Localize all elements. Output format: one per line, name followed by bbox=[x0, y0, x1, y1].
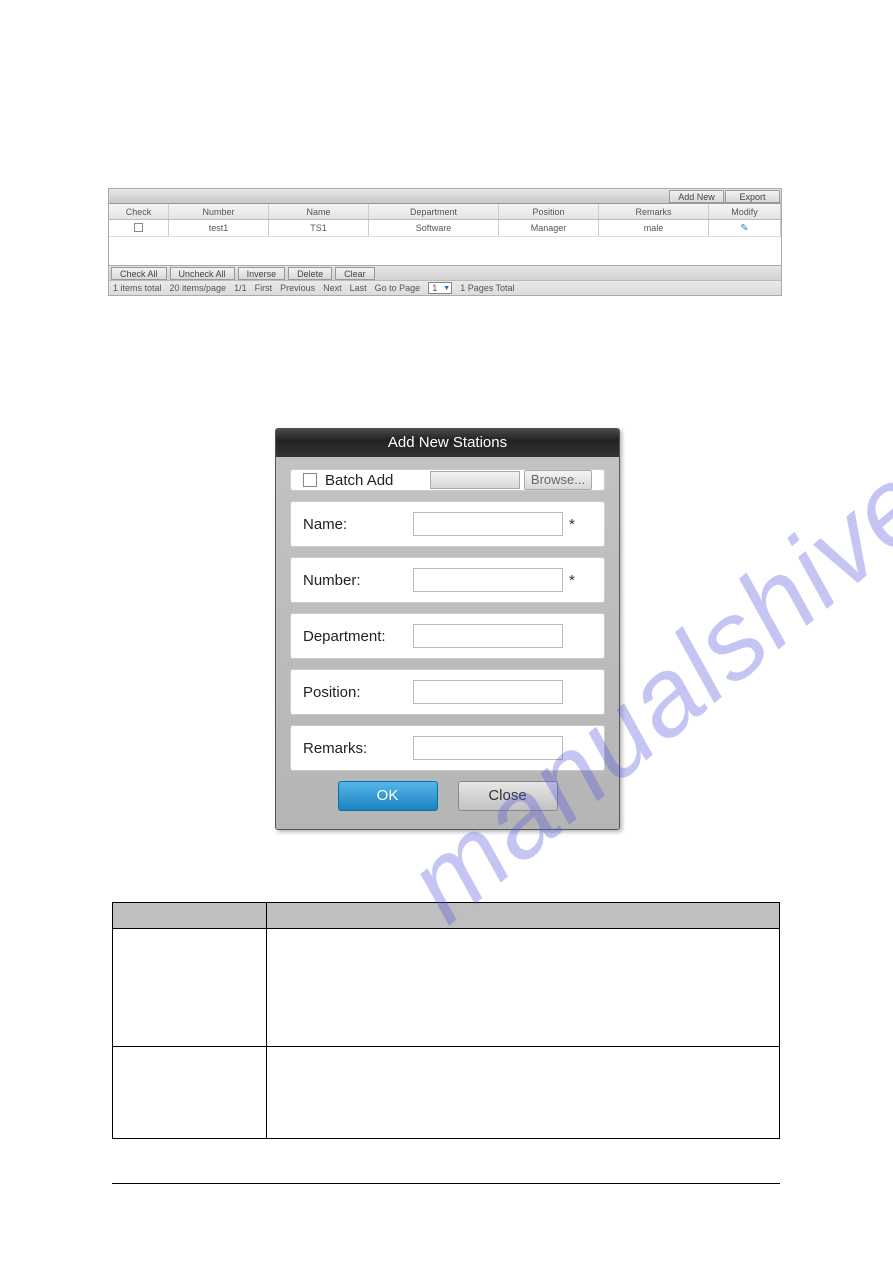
param-cell-2-1 bbox=[113, 1047, 267, 1139]
dialog-button-row: OK Close bbox=[290, 781, 605, 811]
file-path-input[interactable] bbox=[430, 471, 520, 489]
param-cell-1-1 bbox=[113, 929, 267, 1047]
remarks-label: Remarks: bbox=[303, 740, 413, 757]
toolbar-top: Add New Export bbox=[109, 189, 781, 204]
batch-add-checkbox[interactable] bbox=[303, 473, 317, 487]
row-checkbox[interactable] bbox=[134, 223, 143, 232]
name-field[interactable] bbox=[413, 512, 563, 536]
edit-icon[interactable]: ✎ bbox=[740, 223, 748, 234]
cell-position: Manager bbox=[499, 220, 599, 236]
param-cell-2-2 bbox=[267, 1047, 780, 1139]
pager-row: 1 items total 20 items/page 1/1 First Pr… bbox=[109, 280, 781, 295]
form-row-remarks: Remarks: bbox=[290, 725, 605, 771]
page-of: 1/1 bbox=[234, 283, 247, 293]
add-new-button[interactable]: Add New bbox=[669, 190, 724, 203]
department-field[interactable] bbox=[413, 624, 563, 648]
items-total: 1 items total bbox=[113, 283, 162, 293]
form-row-batch: Batch Add Browse... bbox=[290, 469, 605, 491]
page-select-value: 1 bbox=[432, 283, 437, 293]
uncheck-all-button[interactable]: Uncheck All bbox=[170, 267, 235, 280]
form-row-name: Name: * bbox=[290, 501, 605, 547]
department-label: Department: bbox=[303, 628, 413, 645]
name-label: Name: bbox=[303, 516, 413, 533]
items-per-page: 20 items/page bbox=[170, 283, 227, 293]
delete-button[interactable]: Delete bbox=[288, 267, 332, 280]
batch-add-label: Batch Add bbox=[325, 472, 430, 489]
chevron-down-icon: ▼ bbox=[443, 285, 450, 292]
required-marker: * bbox=[569, 516, 575, 533]
param-header-left bbox=[113, 903, 267, 929]
required-marker: * bbox=[569, 572, 575, 589]
browse-button[interactable]: Browse... bbox=[524, 470, 592, 490]
dialog-title: Add New Stations bbox=[276, 429, 619, 457]
position-label: Position: bbox=[303, 684, 413, 701]
cell-name: TS1 bbox=[269, 220, 369, 236]
cell-number: test1 bbox=[169, 220, 269, 236]
page-select[interactable]: 1 ▼ bbox=[428, 282, 452, 294]
clear-button[interactable]: Clear bbox=[335, 267, 375, 280]
position-field[interactable] bbox=[413, 680, 563, 704]
header-modify: Modify bbox=[709, 204, 781, 219]
ok-button[interactable]: OK bbox=[338, 781, 438, 811]
header-check: Check bbox=[109, 204, 169, 219]
parameter-table bbox=[112, 902, 780, 1139]
pager-first[interactable]: First bbox=[255, 283, 273, 293]
row-checkbox-cell bbox=[109, 220, 169, 236]
number-label: Number: bbox=[303, 572, 413, 589]
header-number: Number bbox=[169, 204, 269, 219]
header-name: Name bbox=[269, 204, 369, 219]
blank-row bbox=[109, 237, 781, 265]
pager-gotopage-label: Go to Page bbox=[375, 283, 421, 293]
param-header-right bbox=[267, 903, 780, 929]
pager-last[interactable]: Last bbox=[350, 283, 367, 293]
cell-modify: ✎ bbox=[709, 220, 781, 236]
inverse-button[interactable]: Inverse bbox=[238, 267, 286, 280]
remarks-field[interactable] bbox=[413, 736, 563, 760]
header-department: Department bbox=[369, 204, 499, 219]
export-button[interactable]: Export bbox=[725, 190, 780, 203]
number-field[interactable] bbox=[413, 568, 563, 592]
grid-header-row: Check Number Name Department Position Re… bbox=[109, 204, 781, 220]
form-row-department: Department: bbox=[290, 613, 605, 659]
pager-next[interactable]: Next bbox=[323, 283, 342, 293]
dialog-body: Batch Add Browse... Name: * Number: * De… bbox=[276, 457, 619, 829]
table-row: test1 TS1 Software Manager male ✎ bbox=[109, 220, 781, 237]
check-all-button[interactable]: Check All bbox=[111, 267, 167, 280]
pages-total: 1 Pages Total bbox=[460, 283, 514, 293]
header-position: Position bbox=[499, 204, 599, 219]
pager-previous[interactable]: Previous bbox=[280, 283, 315, 293]
add-station-dialog: Add New Stations Batch Add Browse... Nam… bbox=[275, 428, 620, 830]
footer-rule bbox=[112, 1183, 780, 1184]
stations-table-panel: Add New Export Check Number Name Departm… bbox=[108, 188, 782, 296]
param-cell-1-2 bbox=[267, 929, 780, 1047]
header-remarks: Remarks bbox=[599, 204, 709, 219]
form-row-number: Number: * bbox=[290, 557, 605, 603]
form-row-position: Position: bbox=[290, 669, 605, 715]
cell-remarks: male bbox=[599, 220, 709, 236]
cell-department: Software bbox=[369, 220, 499, 236]
close-button[interactable]: Close bbox=[458, 781, 558, 811]
toolbar-bottom: Check All Uncheck All Inverse Delete Cle… bbox=[109, 265, 781, 280]
